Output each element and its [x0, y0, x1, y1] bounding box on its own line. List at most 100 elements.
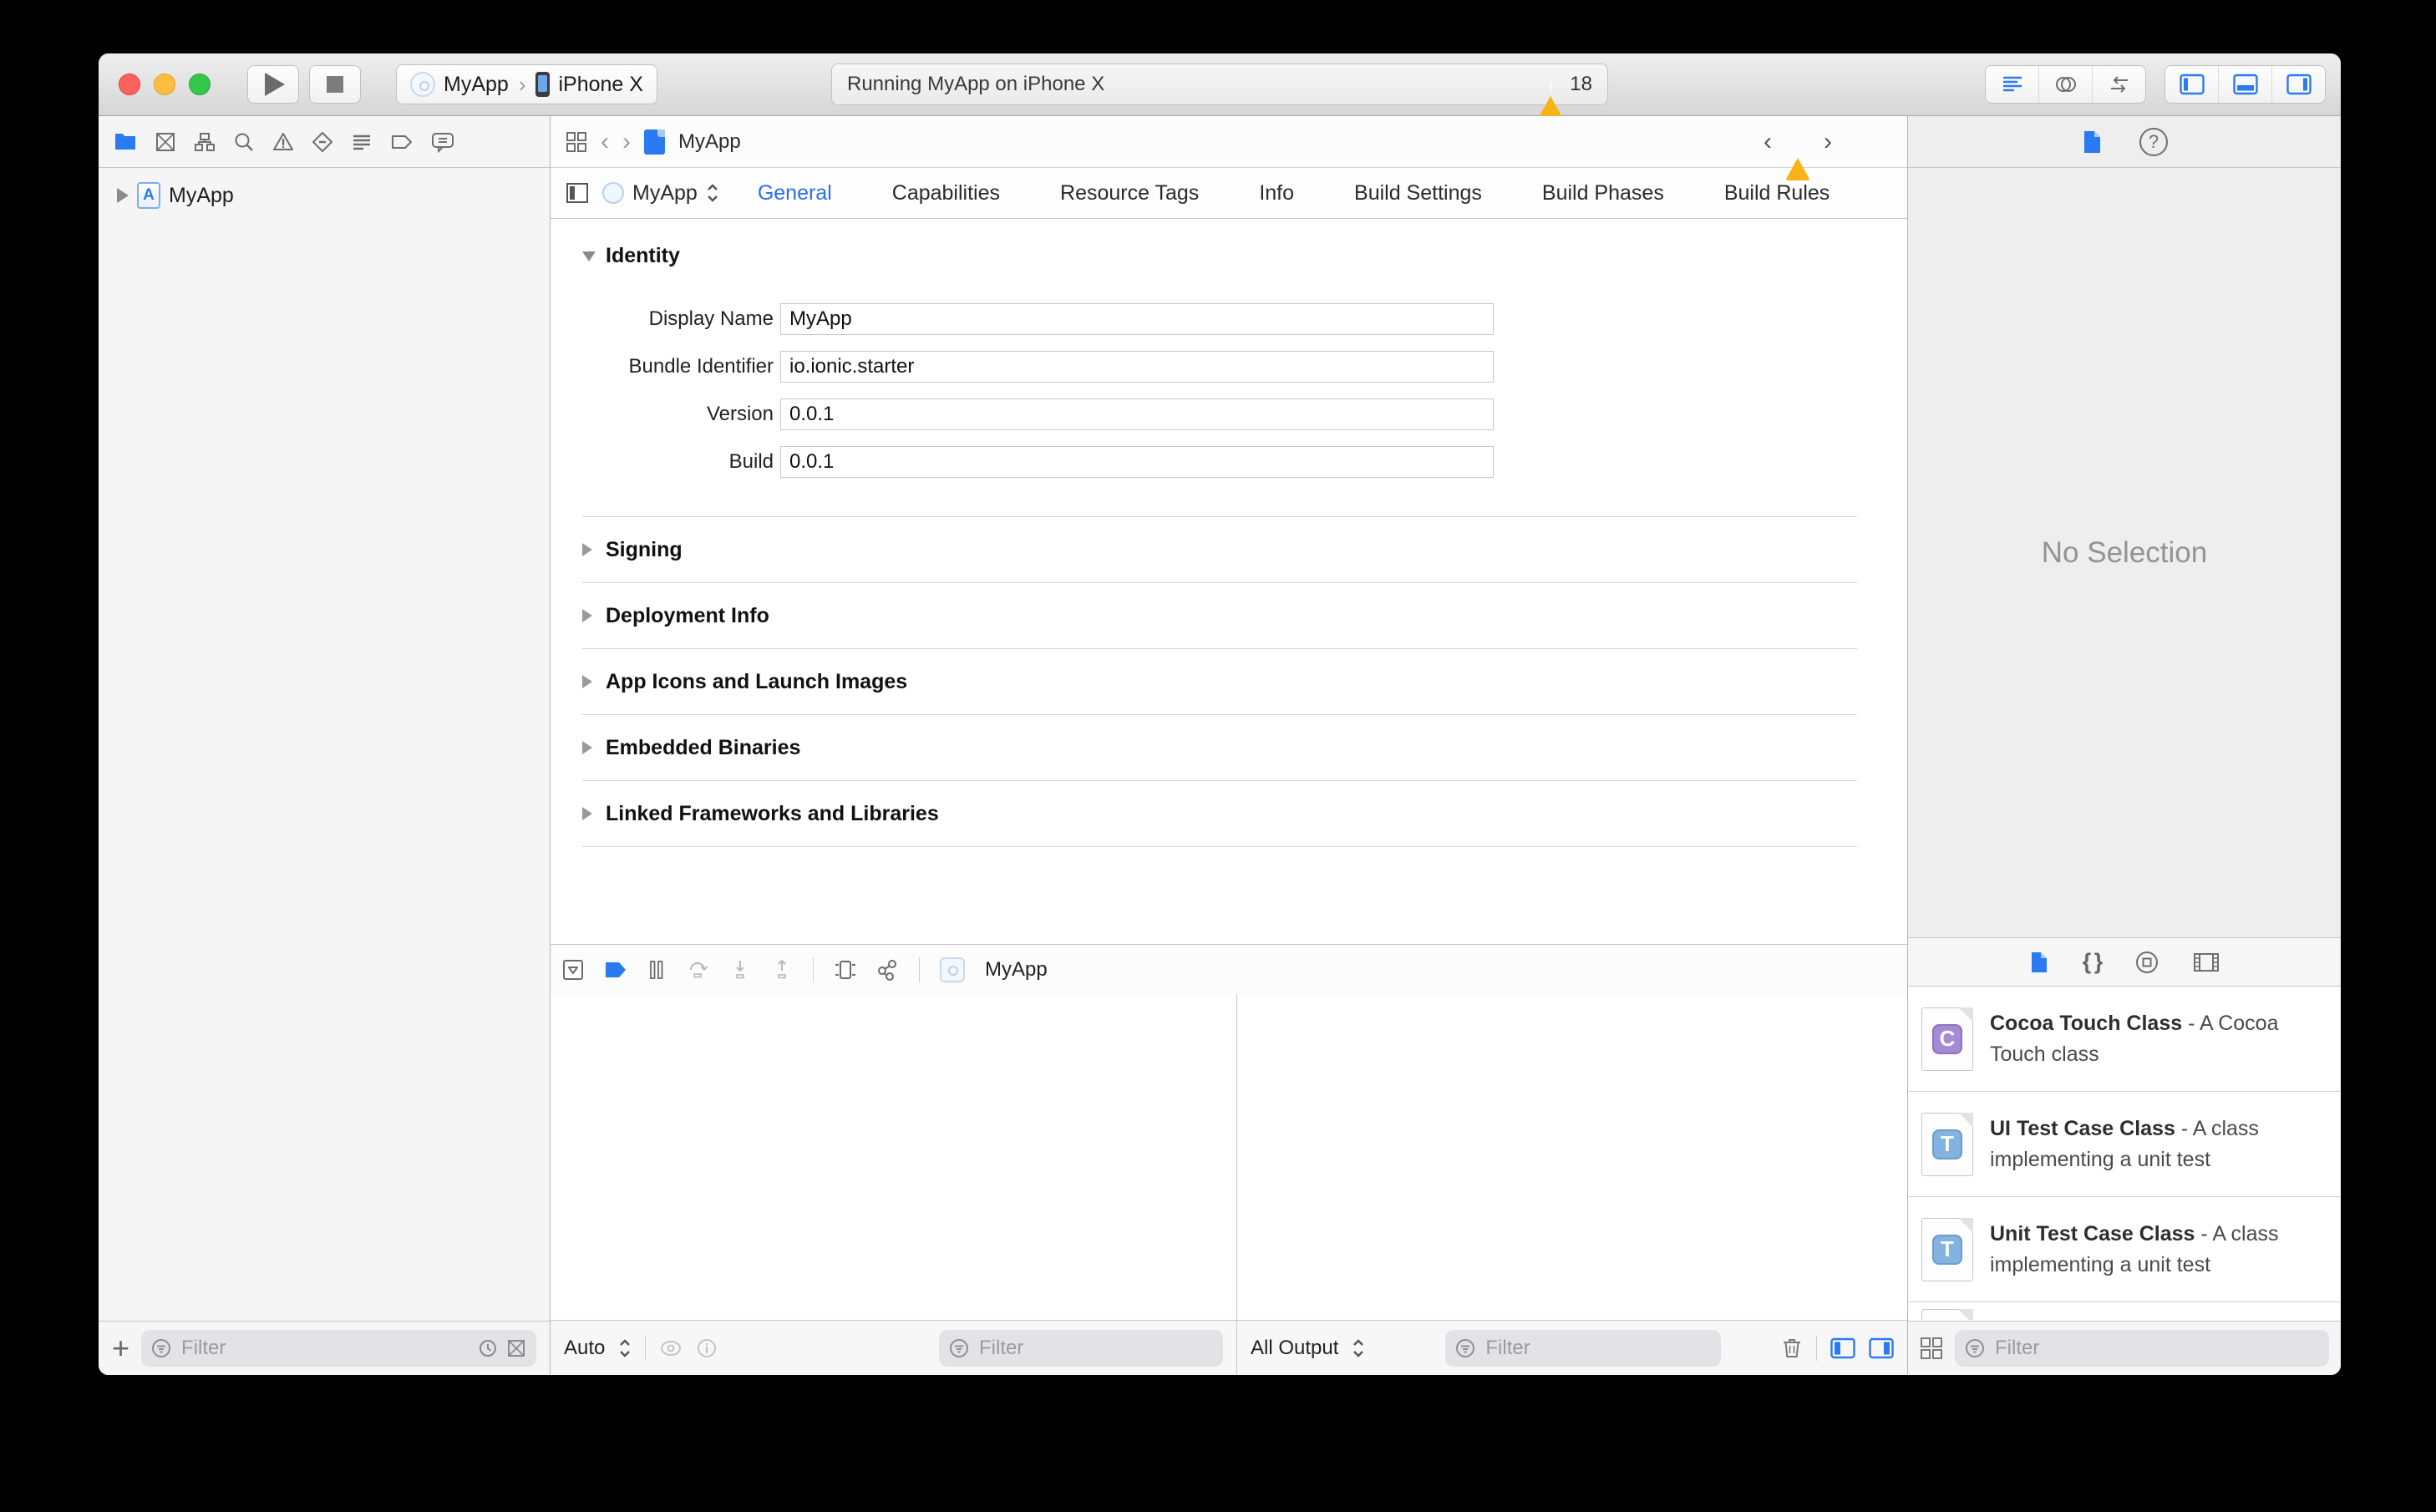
- view-debugger-icon[interactable]: [834, 959, 857, 981]
- scheme-selector[interactable]: MyApp › iPhone X: [396, 64, 657, 104]
- minimize-window-button[interactable]: [154, 74, 175, 95]
- embedded-binaries-section-header[interactable]: Embedded Binaries: [582, 715, 1857, 781]
- tab-capabilities[interactable]: Capabilities: [892, 181, 1000, 205]
- assistant-editor-button[interactable]: [2038, 66, 2092, 103]
- console-filter-field[interactable]: [1445, 1329, 1722, 1367]
- variables-scope-selector[interactable]: Auto: [564, 1337, 605, 1360]
- linked-frameworks-section-header[interactable]: Linked Frameworks and Libraries: [582, 781, 1857, 847]
- target-name-label: MyApp: [632, 180, 698, 205]
- memory-graph-icon[interactable]: [877, 959, 899, 981]
- tab-build-rules[interactable]: Build Rules: [1724, 181, 1830, 205]
- disclosure-closed-icon[interactable]: [582, 741, 592, 754]
- tab-build-settings[interactable]: Build Settings: [1354, 181, 1482, 205]
- stop-button[interactable]: [309, 65, 361, 104]
- tab-info[interactable]: Info: [1259, 181, 1294, 205]
- symbol-navigator-tab[interactable]: [194, 131, 216, 153]
- console-view[interactable]: [1237, 994, 1907, 1320]
- add-button[interactable]: +: [112, 1333, 129, 1363]
- issue-navigator-tab[interactable]: [272, 131, 294, 153]
- report-navigator-tab[interactable]: [431, 131, 454, 153]
- display-name-input[interactable]: [780, 303, 1494, 335]
- template-unit-test-case-class[interactable]: T Unit Test Case Class - A class impleme…: [1908, 1197, 2341, 1302]
- jump-bar-file-name[interactable]: MyApp: [678, 130, 741, 154]
- project-navigator-tab[interactable]: [114, 131, 137, 153]
- file-template-library-icon[interactable]: [2029, 951, 2049, 974]
- variables-view[interactable]: [551, 994, 1236, 1320]
- identity-section-header[interactable]: Identity: [582, 244, 1857, 268]
- console-scope-selector[interactable]: All Output: [1251, 1337, 1338, 1360]
- media-library-icon[interactable]: [2193, 951, 2220, 973]
- disclosure-closed-icon[interactable]: [582, 807, 592, 820]
- step-out-icon[interactable]: [771, 959, 793, 981]
- title-bar: MyApp › iPhone X Running MyApp on iPhone…: [99, 53, 2341, 119]
- template-partial-item[interactable]: [1908, 1302, 2341, 1320]
- tab-build-phases[interactable]: Build Phases: [1542, 181, 1664, 205]
- targets-sidebar-toggle-icon[interactable]: [566, 182, 589, 204]
- info-icon[interactable]: [696, 1337, 718, 1359]
- breakpoint-navigator-tab[interactable]: [390, 131, 414, 153]
- variables-filter-field[interactable]: [939, 1329, 1223, 1367]
- forward-chevron-icon[interactable]: ›: [622, 129, 631, 155]
- back-chevron-icon[interactable]: ‹: [601, 129, 609, 155]
- signing-section-header[interactable]: Signing: [582, 516, 1857, 583]
- template-ui-test-case-class[interactable]: T UI Test Case Class - A class implement…: [1908, 1092, 2341, 1197]
- app-icons-section-header[interactable]: App Icons and Launch Images: [582, 649, 1857, 715]
- standard-editor-button[interactable]: [1986, 66, 2038, 103]
- disclosure-open-icon[interactable]: [582, 251, 596, 261]
- related-items-icon[interactable]: [566, 131, 587, 153]
- variables-filter-input[interactable]: [977, 1335, 1213, 1361]
- step-over-icon[interactable]: [686, 959, 709, 981]
- test-navigator-tab[interactable]: [312, 131, 333, 153]
- disclosure-closed-icon[interactable]: [582, 675, 592, 688]
- hide-debug-area-icon[interactable]: [562, 959, 584, 981]
- show-variables-view-toggle-icon[interactable]: [1830, 1337, 1855, 1359]
- file-inspector-tab-icon[interactable]: [2081, 129, 2103, 155]
- toggle-debug-area-button[interactable]: [2218, 66, 2271, 103]
- navigator-filter-field[interactable]: [141, 1330, 536, 1367]
- code-snippet-library-icon[interactable]: { }: [2083, 949, 2103, 975]
- clear-console-trash-icon[interactable]: [1781, 1337, 1803, 1360]
- template-cocoa-touch-class[interactable]: C Cocoa Touch Class - A Cocoa Touch clas…: [1908, 987, 2341, 1092]
- section-title: App Icons and Launch Images: [606, 669, 908, 693]
- quicklook-eye-icon[interactable]: [659, 1338, 683, 1358]
- breakpoints-toggle-icon[interactable]: [604, 960, 627, 980]
- run-button[interactable]: [247, 65, 299, 104]
- object-library-icon[interactable]: [2134, 950, 2159, 975]
- show-console-view-toggle-icon[interactable]: [1869, 1337, 1894, 1359]
- library-filter-input[interactable]: [1993, 1336, 2319, 1361]
- target-selector[interactable]: MyApp: [602, 181, 719, 205]
- navigator-filter-input[interactable]: [180, 1336, 469, 1361]
- previous-issue-button[interactable]: ‹: [1764, 128, 1772, 156]
- toggle-utilities-button[interactable]: [2271, 66, 2325, 103]
- disclosure-triangle-icon[interactable]: [117, 188, 129, 203]
- library-filter-field[interactable]: [1955, 1330, 2329, 1367]
- debug-process-name[interactable]: MyApp: [985, 958, 1048, 982]
- disclosure-closed-icon[interactable]: [582, 543, 592, 556]
- activity-viewer[interactable]: Running MyApp on iPhone X ! 18: [831, 63, 1608, 119]
- debug-navigator-tab[interactable]: [351, 131, 373, 153]
- build-input[interactable]: [780, 446, 1494, 478]
- version-input[interactable]: [780, 398, 1494, 430]
- deployment-info-section-header[interactable]: Deployment Info: [582, 583, 1857, 649]
- bundle-identifier-input[interactable]: [780, 351, 1494, 383]
- toggle-navigator-button[interactable]: [2165, 66, 2218, 103]
- library-grid-view-icon[interactable]: [1920, 1337, 1943, 1360]
- recent-files-clock-icon[interactable]: [478, 1338, 498, 1358]
- step-into-icon[interactable]: [729, 959, 751, 981]
- find-navigator-tab[interactable]: [233, 131, 255, 153]
- close-window-button[interactable]: [119, 74, 140, 95]
- quick-help-inspector-tab-icon[interactable]: ?: [2139, 127, 2168, 156]
- source-control-navigator-tab[interactable]: [155, 131, 176, 153]
- issue-warning-icon[interactable]: !: [1785, 130, 1810, 180]
- next-issue-button[interactable]: ›: [1824, 128, 1832, 156]
- project-root-item[interactable]: A MyApp: [99, 176, 550, 215]
- source-control-status-icon[interactable]: [506, 1338, 526, 1358]
- disclosure-closed-icon[interactable]: [582, 609, 592, 622]
- warning-badge[interactable]: ! 18: [1538, 73, 1592, 119]
- tab-general[interactable]: General: [758, 181, 832, 205]
- console-filter-input[interactable]: [1484, 1335, 1712, 1361]
- tab-resource-tags[interactable]: Resource Tags: [1060, 181, 1199, 205]
- pause-icon[interactable]: [647, 959, 666, 981]
- version-editor-button[interactable]: [2092, 66, 2145, 103]
- zoom-window-button[interactable]: [189, 74, 211, 95]
